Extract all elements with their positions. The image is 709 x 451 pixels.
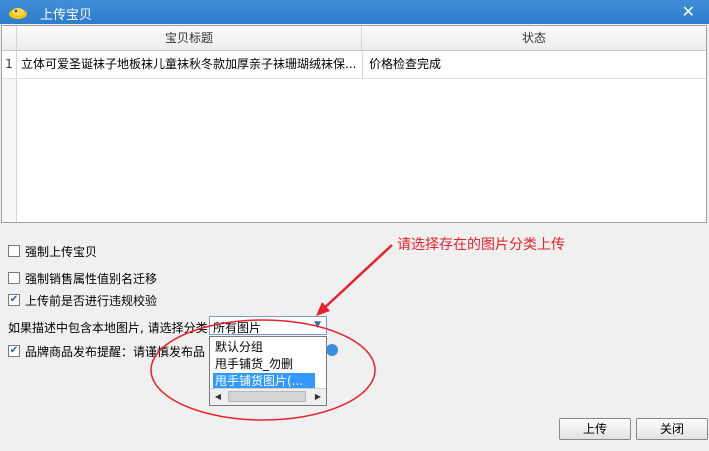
annotation-arrow (319, 244, 393, 313)
dropdown-option[interactable]: 甩手铺货_勿删 (213, 356, 295, 372)
app-logo-icon (9, 8, 27, 19)
force-alias-label: 强制销售属性值别名迁移 (25, 271, 158, 286)
scroll-right-icon[interactable]: ▶ (310, 389, 326, 404)
index-header (2, 26, 17, 50)
violation-check-label: 上传前是否进行违规校验 (25, 293, 158, 308)
arrow-head-icon (316, 302, 330, 316)
brand-notice-label: 品牌商品发布提醒：请谨慎发布品 (25, 344, 206, 359)
category-label: 如果描述中包含本地图片, 请选择分类 (8, 321, 208, 335)
upload-button[interactable]: 上传 (559, 418, 631, 440)
force-upload-option[interactable]: 强制上传宝贝 (8, 243, 178, 259)
violation-check-checkbox[interactable]: ✔ (8, 294, 20, 306)
force-alias-option[interactable]: 强制销售属性值别名迁移 (8, 270, 178, 286)
scroll-thumb[interactable] (228, 391, 306, 402)
dropdown-option-selected[interactable]: 甩手铺货图片(... (213, 373, 315, 389)
row-status: 价格检查完成 (362, 51, 709, 78)
row-title: 立体可爱圣诞袜子地板袜儿童袜秋冬款加厚亲子袜珊瑚绒袜保... (21, 57, 357, 71)
close-icon[interactable]: ✕ (682, 2, 695, 21)
items-table: 宝贝标题 状态 1 立体可爱圣诞袜子地板袜儿童袜秋冬款加厚亲子袜珊瑚绒袜保...… (1, 25, 707, 223)
violation-check-option[interactable]: ✔ 上传前是否进行违规校验 (8, 292, 178, 308)
column-header-title[interactable]: 宝贝标题 (17, 26, 362, 50)
scroll-left-icon[interactable]: ◀ (210, 389, 226, 404)
window-title: 上传宝贝 (40, 8, 93, 23)
force-upload-label: 强制上传宝贝 (25, 244, 98, 259)
force-upload-checkbox[interactable] (8, 245, 20, 257)
close-button[interactable]: 关闭 (636, 418, 708, 440)
chevron-down-icon[interactable]: ▼ (314, 320, 321, 330)
title-bar: 上传宝贝 ✕ (0, 0, 709, 24)
annotation-text: 请选择存在的图片分类上传 (397, 237, 565, 253)
column-header-status[interactable]: 状态 (362, 26, 706, 50)
info-icon[interactable] (326, 344, 338, 356)
table-row[interactable]: 1 立体可爱圣诞袜子地板袜儿童袜秋冬款加厚亲子袜珊瑚绒袜保... 价格检查完成 (2, 51, 706, 79)
dropdown-option[interactable]: 默认分组 (213, 339, 265, 355)
horizontal-scrollbar[interactable]: ◀ ▶ (210, 388, 326, 405)
category-select[interactable]: 所有图片 ▼ (209, 316, 327, 335)
brand-notice-checkbox[interactable]: ✔ (8, 345, 20, 357)
category-dropdown[interactable]: 默认分组 甩手铺货_勿删 甩手铺货图片(... ◀ ▶ (209, 336, 327, 406)
index-column-filler (2, 79, 17, 222)
category-select-value: 所有图片 (213, 321, 262, 335)
table-header: 宝贝标题 状态 (2, 26, 706, 51)
force-alias-checkbox[interactable] (8, 272, 20, 284)
row-index: 1 (2, 51, 17, 78)
